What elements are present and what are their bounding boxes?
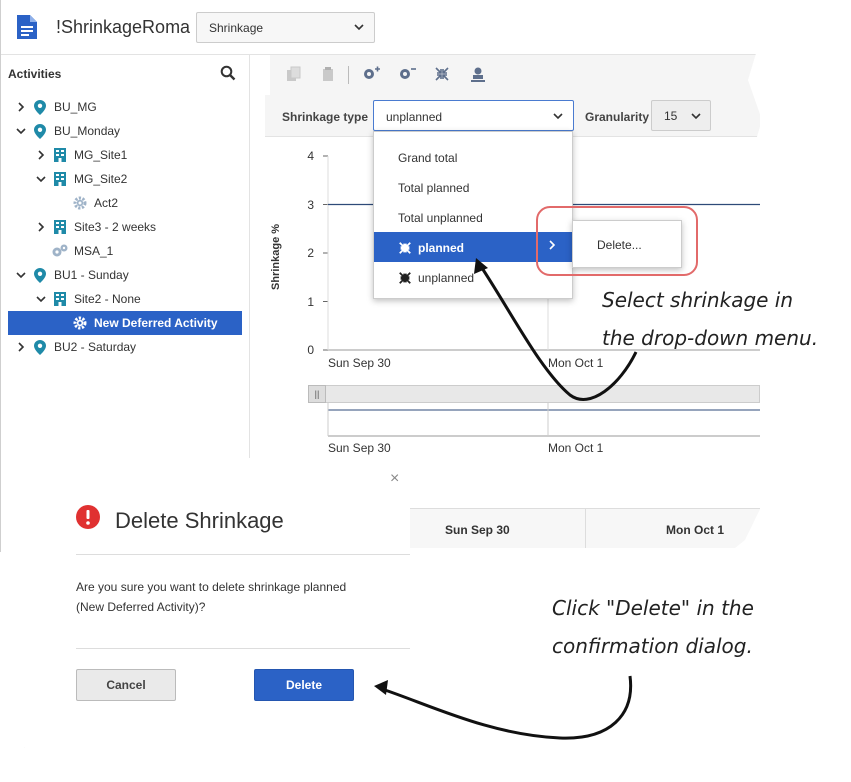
- y-tick-label: 3: [307, 197, 314, 212]
- x-tick-label: Mon Oct 1: [548, 356, 604, 370]
- dialog-message-line: Are you sure you want to delete shrinkag…: [76, 580, 347, 594]
- callout-delete-line2: confirmation dialog.: [552, 634, 753, 658]
- y-tick-label: 0: [307, 343, 314, 357]
- dialog-title: Delete Shrinkage: [115, 508, 284, 533]
- navigator-tick-label: Sun Sep 30: [328, 441, 391, 455]
- delete-shrinkage-dialog: × Delete Shrinkage Are you sure you want…: [24, 458, 410, 748]
- arrow-to-delete: [381, 675, 633, 740]
- close-icon[interactable]: ×: [390, 470, 399, 488]
- callout-select-line2: the drop-down menu.: [602, 326, 819, 350]
- navigator-handle[interactable]: ||: [308, 385, 326, 403]
- y-tick-label: 4: [307, 149, 314, 163]
- grid-column-header[interactable]: Sun Sep 30: [445, 523, 510, 537]
- cancel-button[interactable]: Cancel: [76, 669, 176, 701]
- collapse-icon: [398, 241, 412, 255]
- dropdown-item[interactable]: Total planned: [374, 172, 572, 202]
- alert-icon: [75, 504, 101, 530]
- dropdown-item-label: unplanned: [418, 271, 475, 285]
- x-tick-label: Sun Sep 30: [328, 356, 391, 370]
- delete-button[interactable]: Delete: [254, 669, 354, 701]
- y-tick-label: 1: [307, 294, 314, 309]
- grid-column-header[interactable]: Mon Oct 1: [666, 523, 724, 537]
- navigator-tick-label: Mon Oct 1: [548, 441, 604, 455]
- dropdown-item-label: planned: [418, 241, 465, 255]
- callout-delete-line1: Click "Delete" in the: [552, 596, 754, 620]
- chart-navigator[interactable]: [308, 385, 760, 403]
- highlight-annotation: [536, 206, 698, 276]
- dialog-message-line: (New Deferred Activity)?: [76, 600, 206, 614]
- collapse-icon: [398, 271, 412, 285]
- dialog-divider: [76, 648, 410, 649]
- grid-column-divider: [585, 508, 586, 550]
- dialog-message: Are you sure you want to delete shrinkag…: [76, 577, 376, 617]
- dropdown-item[interactable]: Grand total: [374, 142, 572, 172]
- callout-select-line1: Select shrinkage in: [602, 288, 794, 312]
- dialog-divider: [76, 554, 410, 555]
- y-tick-label: 2: [307, 246, 314, 260]
